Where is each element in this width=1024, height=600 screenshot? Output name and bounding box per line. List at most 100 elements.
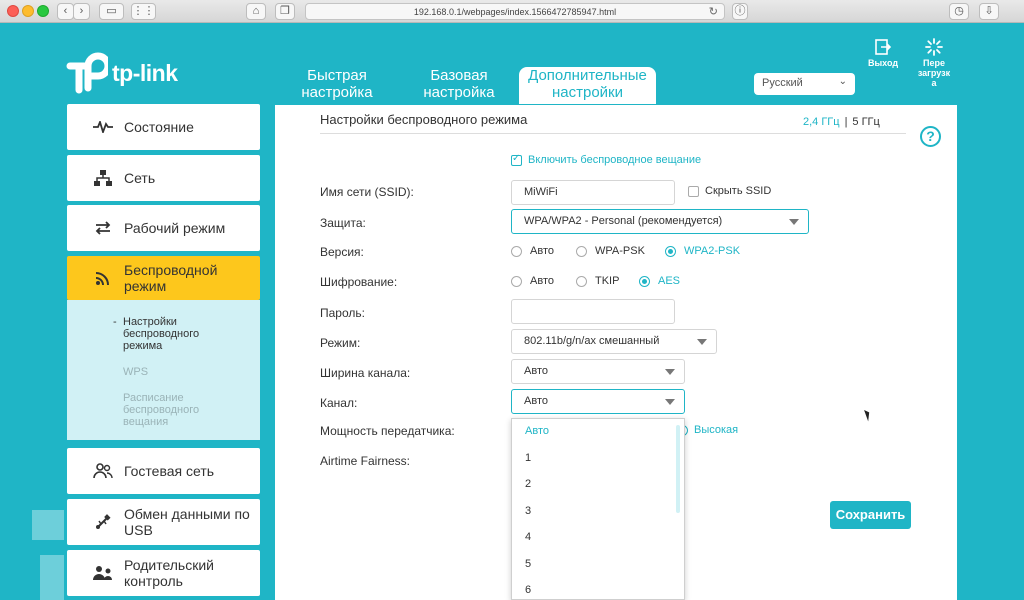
enable-broadcast-checkbox[interactable]	[511, 153, 522, 166]
reload-icon[interactable]: ↻	[709, 4, 718, 20]
sidebar-item-label: Состояние	[124, 119, 194, 135]
sidebar-item-label: USB	[124, 522, 153, 538]
brand-name: tp-link	[112, 59, 178, 86]
encryption-tkip-label: TKIP	[595, 275, 620, 287]
language-value: Русский	[762, 77, 803, 89]
encryption-aes-radio[interactable]	[639, 276, 650, 287]
version-label: Версия:	[320, 245, 364, 259]
security-select[interactable]: WPA/WPA2 - Personal (рекомендуется)	[511, 209, 809, 234]
password-label: Пароль:	[320, 306, 365, 320]
browser-toolbar: ‹ › ▭ ⋮⋮ ⌂ ❐ 192.168.0.1/webpages/index.…	[0, 0, 1024, 23]
channel-option[interactable]: Авто	[525, 425, 549, 437]
submenu-wps[interactable]: WPS	[123, 366, 148, 378]
version-wpa-psk-radio[interactable]	[576, 246, 587, 257]
security-label: Защита:	[320, 216, 366, 230]
airtime-fairness-label: Airtime Fairness:	[320, 454, 411, 468]
mode-value: 802.11b/g/n/ax смешанный	[524, 335, 660, 347]
hide-ssid-label: Скрыть SSID	[705, 185, 772, 197]
sidebar-item-label: Беспроводной	[124, 262, 218, 278]
version-wpa2-psk-radio[interactable]	[665, 246, 676, 257]
channel-width-select[interactable]: Авто	[511, 359, 685, 384]
sidebar-item-usb-sharing[interactable]: Обмен данными по USB	[67, 499, 260, 545]
tab-quick-setup[interactable]: Быстрая настройка	[292, 67, 382, 104]
home-icon[interactable]: ⌂	[246, 3, 266, 20]
sidebar-item-label: Обмен данными по	[124, 506, 250, 522]
language-select[interactable]: Русский ⌄	[754, 73, 855, 95]
pulse-icon	[93, 121, 113, 133]
encryption-auto-label: Авто	[530, 275, 554, 287]
download-icon[interactable]: ⇩	[979, 3, 999, 20]
tab-advanced[interactable]: Дополнительные настройки	[519, 67, 656, 104]
channel-option[interactable]: 1	[525, 452, 531, 464]
url-text: 192.168.0.1/webpages/index.1566472785947…	[413, 7, 617, 17]
tabs-icon[interactable]: ❐	[275, 3, 295, 20]
submenu-label: режима	[123, 340, 163, 352]
channel-option[interactable]: 2	[525, 478, 531, 490]
tab-label: Базовая	[430, 67, 488, 84]
logout-label: Выход	[868, 58, 899, 68]
version-auto-label: Авто	[530, 245, 554, 257]
sidebar-item-wireless[interactable]: Беспроводной режим	[67, 256, 260, 300]
reboot-label: а	[931, 78, 937, 88]
help-icon[interactable]: ?	[920, 126, 941, 147]
ssid-input[interactable]: MiWiFi	[511, 180, 675, 205]
submenu-wireless-schedule[interactable]: Расписание беспроводного вещания	[123, 392, 199, 428]
network-icon	[93, 170, 113, 186]
submenu-wireless-settings[interactable]: Настройки беспроводного режима	[113, 316, 200, 352]
channel-option[interactable]: 5	[525, 558, 531, 570]
divider	[320, 133, 906, 134]
password-input[interactable]	[511, 299, 675, 324]
info-icon[interactable]: ⓘ	[732, 3, 748, 20]
sidebar-item-status[interactable]: Состояние	[67, 104, 260, 150]
encryption-tkip-radio[interactable]	[576, 276, 587, 287]
logout-button[interactable]: Выход	[868, 38, 898, 68]
band-switch: 2,4 ГГц | 5 ГГц	[803, 116, 880, 128]
tab-label: настройки	[551, 84, 623, 101]
forward-icon[interactable]: ›	[73, 3, 90, 20]
submenu-label: вещания	[123, 416, 169, 428]
channel-option[interactable]: 3	[525, 505, 531, 517]
grid-icon[interactable]: ⋮⋮	[131, 3, 156, 20]
sidebar-toggle-icon[interactable]: ▭	[99, 3, 124, 20]
guests-icon	[93, 463, 113, 479]
tab-label: Быстрая	[307, 67, 367, 84]
history-icon[interactable]: ◷	[949, 3, 969, 20]
reboot-button[interactable]: Пере загрузк а	[914, 38, 954, 88]
submenu-label: WPS	[123, 366, 149, 378]
band-separator: |	[844, 116, 848, 128]
minimize-window-button[interactable]	[22, 5, 34, 17]
channel-select[interactable]: Авто	[511, 389, 685, 414]
band-24ghz-link[interactable]: 2,4 ГГц	[803, 116, 840, 128]
hide-ssid-checkbox[interactable]	[688, 186, 699, 197]
chevron-down-icon: ⌄	[838, 76, 847, 87]
enable-broadcast-label: Включить беспроводное вещание	[528, 154, 702, 166]
address-bar[interactable]: 192.168.0.1/webpages/index.1566472785947…	[305, 3, 725, 20]
channel-option[interactable]: 4	[525, 531, 531, 543]
channel-width-label: Ширина канала:	[320, 366, 411, 380]
background-decoration	[40, 555, 64, 600]
back-icon[interactable]: ‹	[57, 3, 74, 20]
sidebar-item-guest-network[interactable]: Гостевая сеть	[67, 448, 260, 494]
version-wpa2-psk-label: WPA2-PSK	[684, 245, 741, 257]
sidebar-item-operation-mode[interactable]: Рабочий режим	[67, 205, 260, 251]
submenu-label: беспроводного	[123, 404, 200, 416]
channel-width-value: Авто	[524, 365, 548, 377]
close-window-button[interactable]	[7, 5, 19, 17]
zoom-window-button[interactable]	[37, 5, 49, 17]
mode-select[interactable]: 802.11b/g/n/ax смешанный	[511, 329, 717, 354]
channel-option[interactable]: 6	[525, 584, 531, 596]
page-title: Настройки беспроводного режима	[320, 112, 528, 127]
sidebar-item-label: Гостевая сеть	[124, 463, 215, 479]
dropdown-scrollbar[interactable]	[676, 425, 680, 513]
submenu-label: беспроводного	[123, 328, 200, 340]
band-5ghz-link[interactable]: 5 ГГц	[852, 116, 879, 128]
wireless-submenu: Настройки беспроводного режима WPS Распи…	[67, 300, 260, 440]
version-auto-radio[interactable]	[511, 246, 522, 257]
sidebar-item-label: Родительский	[124, 557, 214, 573]
security-value: WPA/WPA2 - Personal (рекомендуется)	[524, 215, 723, 227]
sidebar-item-network[interactable]: Сеть	[67, 155, 260, 201]
encryption-auto-radio[interactable]	[511, 276, 522, 287]
save-button[interactable]: Сохранить	[830, 501, 911, 529]
tab-basic[interactable]: Базовая настройка	[413, 67, 505, 104]
sidebar-item-parental-control[interactable]: Родительский контроль	[67, 550, 260, 596]
